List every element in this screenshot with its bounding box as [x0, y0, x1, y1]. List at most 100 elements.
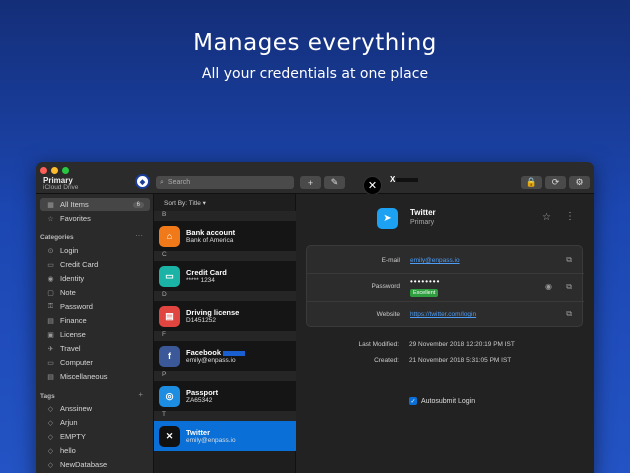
autosubmit-checkbox[interactable]: ✓ Autosubmit Login — [409, 397, 475, 405]
search-input[interactable]: ⌕ Search — [156, 176, 294, 189]
bank-icon: ⌂ — [159, 225, 180, 247]
section-letter: B — [154, 211, 296, 221]
edit-item-button[interactable]: ✎ — [324, 176, 345, 189]
vault-shield-icon[interactable]: ◆ — [135, 174, 150, 189]
sidebar-item-license[interactable]: ▣ License — [40, 328, 150, 341]
email-label: E-mail — [381, 257, 400, 264]
x-logo-icon[interactable]: ✕ — [363, 176, 382, 195]
list-item-facebook[interactable]: f Facebook emily@enpass.io — [154, 341, 296, 371]
misc-icon: ▤ — [47, 373, 54, 381]
sync-button[interactable]: ⟳ — [545, 176, 566, 189]
sidebar-item-label: Computer — [60, 358, 93, 367]
sidebar-item-label: Note — [60, 288, 76, 297]
sidebar-item-label: All Items — [60, 200, 89, 209]
license-card-icon: ▤ — [159, 305, 180, 327]
globe-icon: ◎ — [159, 385, 180, 407]
sidebar: ▦ All Items 6 ☆ Favorites Categories ···… — [36, 194, 154, 473]
sidebar-item-label: Finance — [60, 316, 87, 325]
sidebar-item-finance[interactable]: ▤ Finance — [40, 314, 150, 327]
close-window-button[interactable] — [40, 167, 47, 174]
email-value[interactable]: emily@enpass.io — [410, 257, 460, 264]
credit-card-icon: ▭ — [47, 261, 54, 269]
hero-subtitle: All your credentials at one place — [201, 66, 429, 82]
tag-icon: ◇ — [47, 461, 54, 469]
vault-location: iCloud Drive — [43, 184, 79, 191]
sidebar-tag-anssinew[interactable]: ◇ Anssinew — [40, 402, 150, 415]
sidebar-item-miscellaneous[interactable]: ▤ Miscellaneous — [40, 370, 150, 383]
computer-icon: ▭ — [47, 359, 54, 367]
sidebar-item-all-items[interactable]: ▦ All Items 6 — [40, 198, 150, 211]
facebook-icon: f — [159, 345, 180, 367]
sidebar-item-label: Password — [60, 302, 93, 311]
item-subtitle: Bank of America — [186, 237, 234, 244]
sidebar-item-label: NewDatabase — [60, 460, 108, 469]
sidebar-item-login[interactable]: ⊙ Login — [40, 244, 150, 257]
search-icon: ⌕ — [160, 178, 164, 186]
list-item-driving-license[interactable]: ▤ Driving license D1451252 — [154, 301, 296, 331]
sidebar-item-label: Anssinew — [60, 404, 93, 413]
sidebar-item-travel[interactable]: ✈ Travel — [40, 342, 150, 355]
created-label: Created: — [374, 357, 399, 364]
sidebar-item-label: EMPTY — [60, 432, 86, 441]
item-title: Twitter — [186, 428, 211, 437]
item-title: Driving license — [186, 308, 240, 317]
password-value[interactable]: •••••••• — [410, 277, 440, 286]
sidebar-item-label: Miscellaneous — [60, 372, 108, 381]
note-icon: ▢ — [47, 289, 54, 297]
item-title: Passport — [186, 388, 219, 397]
list-item-twitter[interactable]: ✕ Twitter emily@enpass.io — [154, 421, 296, 451]
sidebar-tag-newdatabase[interactable]: ◇ NewDatabase — [40, 458, 150, 471]
zoom-window-button[interactable] — [62, 167, 69, 174]
sidebar-tag-hello[interactable]: ◇ hello — [40, 444, 150, 457]
sidebar-tag-arjun[interactable]: ◇ Arjun — [40, 416, 150, 429]
sidebar-item-credit-card[interactable]: ▭ Credit Card — [40, 258, 150, 271]
item-subtitle: ***** 1234 — [186, 277, 215, 284]
copy-icon[interactable]: ⧉ — [566, 282, 572, 292]
more-menu-icon[interactable]: ⋮ — [565, 211, 575, 222]
created-value: 21 November 2018 5:31:05 PM IST — [409, 357, 512, 364]
add-item-button[interactable]: + — [300, 176, 321, 189]
sidebar-item-identity[interactable]: ◉ Identity — [40, 272, 150, 285]
sidebar-item-note[interactable]: ▢ Note — [40, 286, 150, 299]
hero-title: Manages everything — [193, 30, 437, 56]
autosubmit-label: Autosubmit Login — [421, 397, 476, 405]
checkmark-icon: ✓ — [409, 397, 417, 405]
minimize-window-button[interactable] — [51, 167, 58, 174]
item-subtitle: emily@enpass.io — [186, 357, 236, 364]
sidebar-item-favorites[interactable]: ☆ Favorites — [40, 212, 150, 225]
section-letter: D — [154, 291, 296, 301]
app-window: Primary iCloud Drive ◆ ⌕ Search + ✎ ✕ X … — [36, 162, 594, 473]
list-item-credit-card[interactable]: ▭ Credit Card ***** 1234 — [154, 261, 296, 291]
sidebar-item-password[interactable]: ⚿ Password — [40, 300, 150, 313]
divider — [307, 273, 584, 274]
settings-button[interactable]: ⚙ — [569, 176, 590, 189]
tab-x[interactable]: X — [390, 175, 395, 184]
categories-more-icon[interactable]: ··· — [135, 231, 143, 240]
travel-icon: ✈ — [47, 345, 54, 353]
copy-icon[interactable]: ⧉ — [566, 309, 572, 319]
item-subtitle: ZA65342 — [186, 397, 213, 404]
eye-icon[interactable]: ◉ — [545, 282, 552, 291]
sidebar-item-computer[interactable]: ▭ Computer — [40, 356, 150, 369]
lock-button[interactable]: 🔒 — [521, 176, 542, 189]
favorite-star-icon[interactable]: ☆ — [542, 212, 551, 223]
license-icon: ▣ — [47, 331, 54, 339]
divider — [307, 301, 584, 302]
list-item-bank-account[interactable]: ⌂ Bank account Bank of America — [154, 221, 296, 251]
item-title: Bank account — [186, 228, 236, 237]
website-link[interactable]: https://twitter.com/login — [410, 311, 476, 318]
copy-icon[interactable]: ⧉ — [566, 255, 572, 265]
credit-card-icon: ▭ — [159, 265, 180, 287]
password-strength-badge: Excellent — [410, 289, 439, 297]
section-letter: P — [154, 371, 296, 381]
sidebar-tag-empty[interactable]: ◇ EMPTY — [40, 430, 150, 443]
list-item-passport[interactable]: ◎ Passport ZA65342 — [154, 381, 296, 411]
add-tag-icon[interactable]: + — [138, 390, 143, 399]
tag-icon: ◇ — [47, 433, 54, 441]
detail-subtitle: Primary — [410, 219, 435, 226]
identity-icon: ◉ — [47, 275, 54, 283]
last-modified-value: 29 November 2018 12:20:19 PM IST — [409, 341, 515, 348]
website-label: Website — [376, 311, 400, 318]
sort-by-dropdown[interactable]: Sort By: Title ▾ — [164, 199, 206, 207]
item-detail: ➤ Twitter Primary ☆ ⋮ E-mail emily@enpas… — [296, 194, 594, 473]
